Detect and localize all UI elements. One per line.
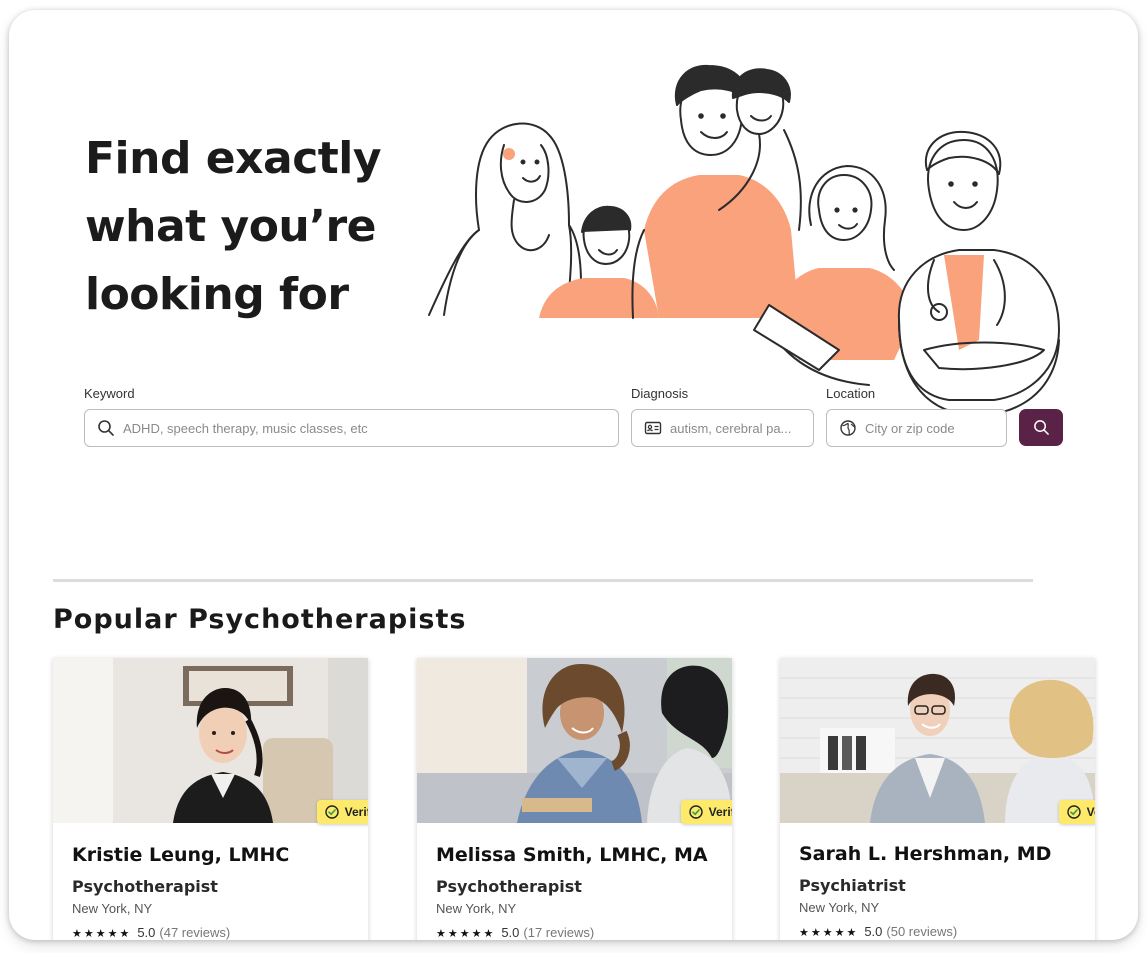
provider-role: Psychiatrist xyxy=(799,876,906,895)
provider-role: Psychotherapist xyxy=(72,877,218,896)
diagnosis-input[interactable]: autism, cerebral pa... xyxy=(631,409,814,447)
hero-title-line: looking for xyxy=(85,269,349,320)
provider-rating: ★★★★★ 5.0 (50 reviews) xyxy=(799,924,957,939)
rating-value: 5.0 xyxy=(137,925,156,940)
review-count[interactable]: (17 reviews) xyxy=(523,925,594,940)
rating-value: 5.0 xyxy=(864,924,883,939)
page-frame: Find exactly what you’re looking for Key… xyxy=(9,10,1138,940)
hero-people-illustration xyxy=(428,64,1060,417)
diagnosis-placeholder: autism, cerebral pa... xyxy=(670,420,792,436)
provider-rating: ★★★★★ 5.0 (47 reviews) xyxy=(72,925,230,940)
provider-photo xyxy=(417,658,732,823)
provider-location: New York, NY xyxy=(72,901,153,916)
verified-badge: Verified xyxy=(316,800,368,824)
location-label: Location xyxy=(826,386,876,401)
search-icon xyxy=(98,420,114,436)
rating-value: 5.0 xyxy=(501,925,520,940)
hero-title-line: what you’re xyxy=(85,201,377,252)
section-title: Popular Psychotherapists xyxy=(53,604,467,635)
star-rating-icon: ★★★★★ xyxy=(799,927,859,939)
check-circle-icon xyxy=(324,805,339,819)
id-card-icon xyxy=(644,421,662,435)
provider-photo xyxy=(53,658,368,823)
provider-photo xyxy=(780,658,1095,823)
keyword-input[interactable]: ADHD, speech therapy, music classes, etc xyxy=(84,409,619,447)
provider-card[interactable]: Verified Sarah L. Hershman, MD Psychiatr… xyxy=(780,658,1095,940)
search-button[interactable] xyxy=(1019,409,1063,446)
keyword-label: Keyword xyxy=(84,386,135,401)
provider-location: New York, NY xyxy=(799,900,880,915)
hero-title-line: Find exactly xyxy=(85,133,382,184)
diagnosis-label: Diagnosis xyxy=(631,386,689,401)
verified-label: Verified xyxy=(344,805,368,819)
globe-icon xyxy=(840,420,856,436)
check-circle-icon xyxy=(1066,805,1081,819)
verified-badge: Verified xyxy=(1058,800,1095,824)
star-rating-icon: ★★★★★ xyxy=(436,928,496,940)
provider-name[interactable]: Melissa Smith, LMHC, MA xyxy=(436,844,708,866)
hero-title: Find exactly what you’re looking for xyxy=(85,125,415,329)
provider-card[interactable]: Verified Kristie Leung, LMHC Psychothera… xyxy=(53,658,368,940)
verified-badge: Verified xyxy=(680,800,732,824)
provider-name[interactable]: Sarah L. Hershman, MD xyxy=(799,843,1051,865)
search-icon xyxy=(1033,420,1049,435)
star-rating-icon: ★★★★★ xyxy=(72,928,132,940)
section-divider xyxy=(53,579,1033,582)
provider-rating: ★★★★★ 5.0 (17 reviews) xyxy=(436,925,594,940)
verified-label: Verified xyxy=(1086,805,1095,819)
location-placeholder: City or zip code xyxy=(865,420,955,436)
verified-label: Verified xyxy=(708,805,732,819)
keyword-placeholder: ADHD, speech therapy, music classes, etc xyxy=(123,420,368,436)
provider-card[interactable]: Verified Melissa Smith, LMHC, MA Psychot… xyxy=(417,658,732,940)
location-input[interactable]: City or zip code xyxy=(826,409,1007,447)
check-circle-icon xyxy=(688,805,703,819)
review-count[interactable]: (50 reviews) xyxy=(886,924,957,939)
provider-role: Psychotherapist xyxy=(436,877,582,896)
provider-location: New York, NY xyxy=(436,901,517,916)
review-count[interactable]: (47 reviews) xyxy=(159,925,230,940)
provider-name[interactable]: Kristie Leung, LMHC xyxy=(72,844,289,866)
